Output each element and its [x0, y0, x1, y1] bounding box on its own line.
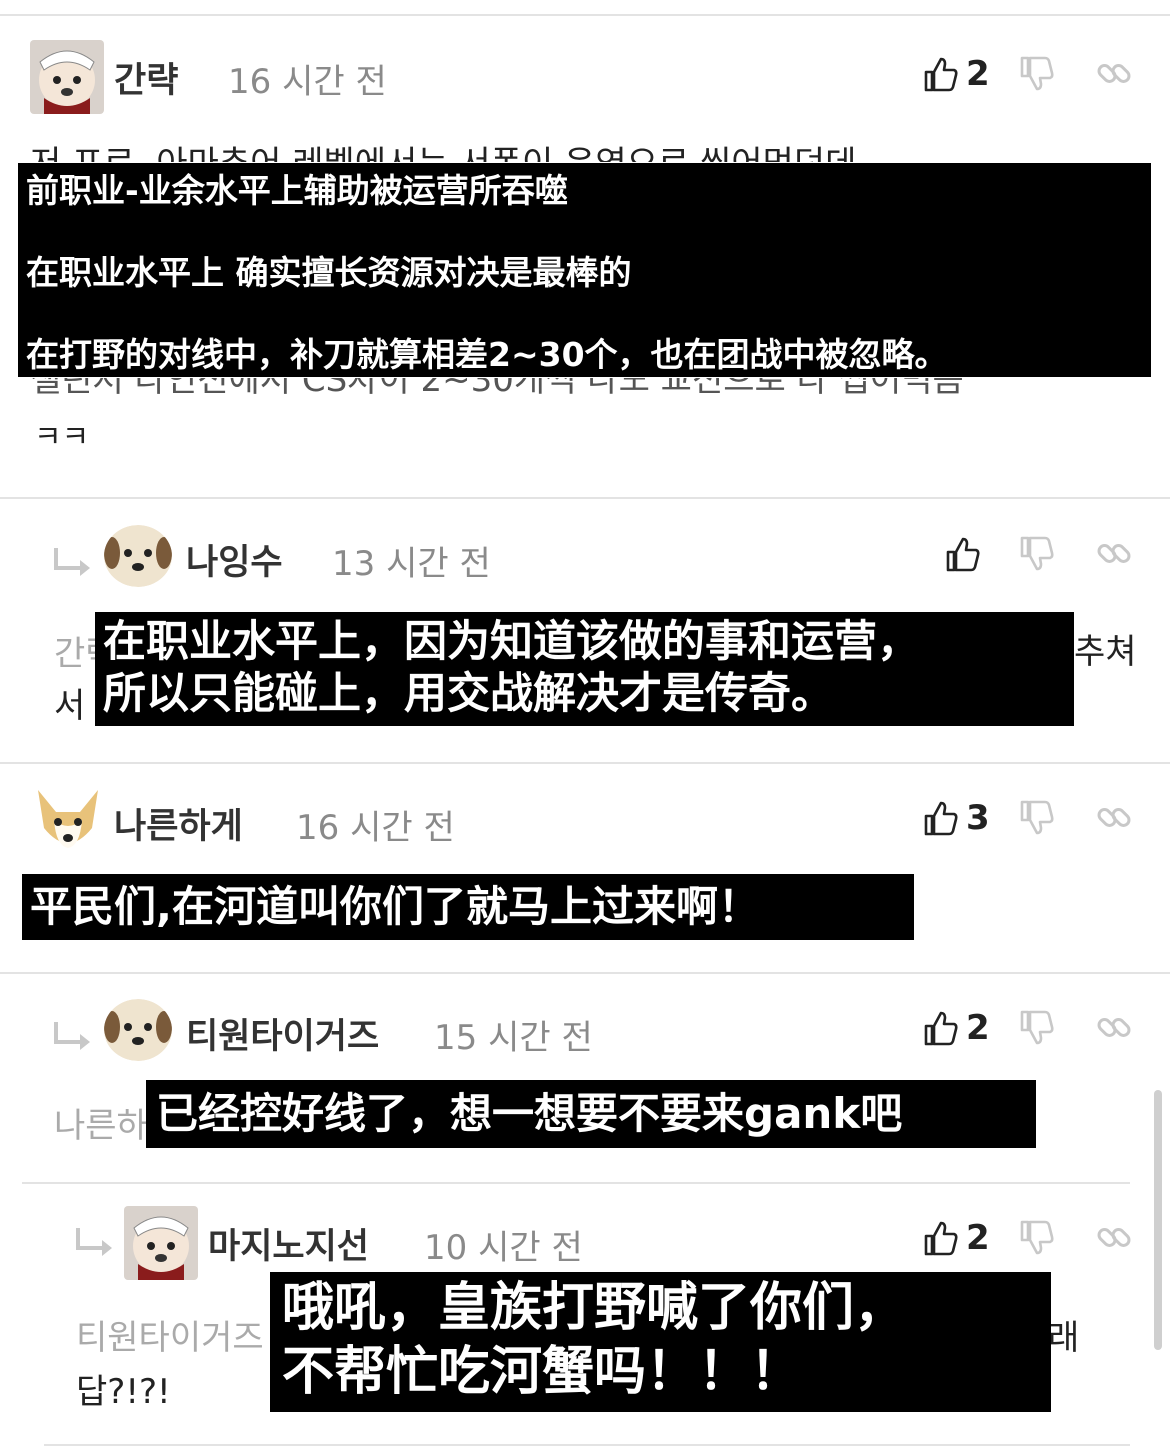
avatar: [32, 788, 104, 856]
comment-body-line: 챌린저 라인전에서 CS차이 2~30개씩 나도 교전으로 다 씹어먹음: [30, 378, 964, 400]
comment-body-line: 래: [1048, 1318, 1080, 1358]
link-icon[interactable]: [1094, 1008, 1134, 1048]
comment-timestamp: 13 시간 전: [332, 544, 491, 584]
reply-item: 마지노지선 10 시간 전 2 티원타이거즈 래 답?!?! 哦吼，皇族打野喊了…: [0, 1184, 1170, 1450]
caption-line: 哦吼，皇族打野喊了你们，: [282, 1278, 907, 1338]
comment-body-line: 서: [54, 686, 86, 726]
thumbs-up-icon[interactable]: [920, 54, 960, 94]
comment-username[interactable]: 나잉수: [186, 534, 283, 585]
like-count: 2: [966, 54, 990, 94]
thumbs-down-icon[interactable]: [1016, 798, 1056, 838]
comment-body-line: ㅋㅋ: [34, 420, 90, 455]
caption-line: 在职业水平上，因为知道该做的事和运营，: [103, 617, 920, 667]
comment-body-line: 답?!?!: [76, 1372, 171, 1412]
link-icon[interactable]: [1094, 1218, 1134, 1258]
thumbs-down-icon[interactable]: [1016, 1218, 1056, 1258]
comment-username[interactable]: 티원타이거즈: [186, 1008, 379, 1059]
comment-body-line: 추쳐: [1074, 632, 1134, 672]
scrollbar[interactable]: [1154, 1090, 1162, 1350]
caption-line: 在职业水平上 确实擅长资源对决是最棒的: [26, 253, 632, 292]
avatar: [104, 999, 172, 1061]
translation-caption: 已经控好线了，想一想要不要来gank吧: [146, 1080, 1036, 1148]
comment-username[interactable]: 나른하게: [114, 798, 243, 849]
link-icon[interactable]: [1094, 534, 1134, 574]
comment-body-line: 나른하: [54, 1106, 148, 1146]
link-icon[interactable]: [1094, 798, 1134, 838]
translation-caption: 前职业-业余水平上辅助被运营所吞噬 在职业水平上 确实擅长资源对决是最棒的 在打…: [18, 163, 1151, 377]
comment-timestamp: 15 시간 전: [434, 1018, 593, 1058]
comment-username[interactable]: 마지노지선: [208, 1218, 369, 1269]
comment-body-line: 간략: [54, 634, 96, 674]
avatar: [104, 525, 172, 587]
translation-caption: 哦吼，皇族打野喊了你们， 不帮忙吃河蟹吗！！！: [270, 1272, 1051, 1412]
reply-arrow-icon: [52, 1018, 96, 1058]
bottom-divider: [44, 1444, 1130, 1446]
caption-line: 平民们,在河道叫你们了就马上过来啊！: [30, 882, 760, 931]
comment-body-line: 티원타이거즈: [76, 1318, 264, 1358]
thumbs-up-icon[interactable]: [920, 1008, 960, 1048]
caption-line: 所以只能碰上，用交战解决才是传奇。: [103, 669, 834, 719]
comment-item: 간략 16 시간 전 2 저 프로, 아마추어 레벨에서는 서폿이 운영으로 씹…: [0, 0, 1170, 498]
like-count: 3: [966, 798, 990, 838]
translation-caption: 在职业水平上，因为知道该做的事和运营， 所以只能碰上，用交战解决才是传奇。: [95, 612, 1074, 726]
thumbs-up-icon[interactable]: [920, 798, 960, 838]
translation-caption: 平民们,在河道叫你们了就马上过来啊！: [22, 874, 914, 940]
comment-timestamp: 10 시간 전: [424, 1228, 583, 1268]
thumbs-down-icon[interactable]: [1016, 1008, 1056, 1048]
comment-divider: [0, 497, 1170, 499]
comment-username[interactable]: 간략: [114, 52, 178, 103]
comment-timestamp: 16 시간 전: [296, 808, 455, 848]
reply-arrow-icon: [52, 544, 96, 584]
like-count: 2: [966, 1008, 990, 1048]
avatar: [30, 40, 104, 114]
thumbs-down-icon[interactable]: [1016, 54, 1056, 94]
caption-line: 不帮忙吃河蟹吗！！！: [282, 1342, 803, 1402]
avatar: [124, 1206, 198, 1280]
reply-item: 나잉수 13 시간 전 간략 추쳐 서 在职业水平上，因为知道该做的事和运营， …: [0, 500, 1170, 762]
caption-line: 前职业-业余水平上辅助被运营所吞噬: [26, 171, 568, 210]
thumbs-up-icon[interactable]: [920, 1218, 960, 1258]
comment-item: 나른하게 16 시간 전 3 平民们,在河道叫你们了就马上过来啊！: [0, 764, 1170, 972]
caption-line: 已经控好线了，想一想要不要来gank吧: [156, 1089, 903, 1138]
reply-arrow-icon: [74, 1224, 118, 1264]
link-icon[interactable]: [1094, 54, 1134, 94]
caption-line: 在打野的对线中，补刀就算相差2~30个，也在团战中被忽略。: [26, 335, 948, 374]
reply-item: 티원타이거즈 15 시간 전 2 나른하 已经控好线了，想一想要不要来gank吧: [0, 974, 1170, 1182]
thumbs-up-icon[interactable]: [942, 534, 982, 574]
comment-timestamp: 16 시간 전: [228, 62, 387, 102]
comment-body-line: 저 프로, 아마추어 레벨에서는 서폿이 운영으로 씹어먹던데: [30, 138, 1150, 162]
like-count: 2: [966, 1218, 990, 1258]
thumbs-down-icon[interactable]: [1016, 534, 1056, 574]
